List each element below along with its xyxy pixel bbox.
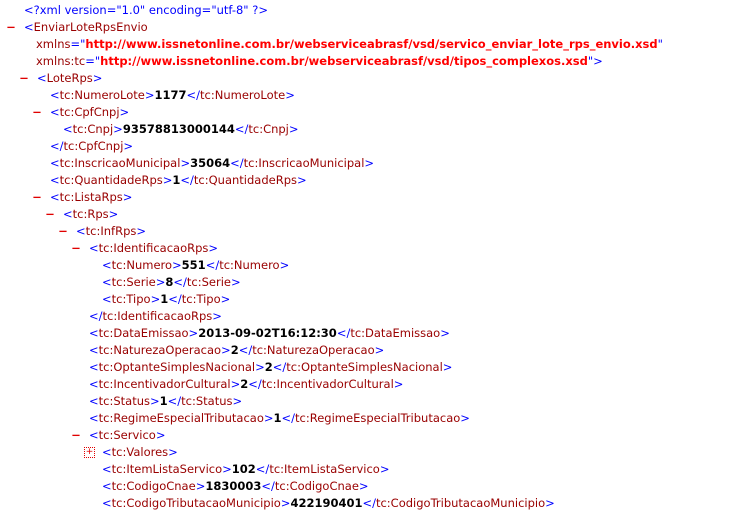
element-value: 1830003 xyxy=(205,479,262,493)
element-name: tc:NaturezaOperacao xyxy=(98,343,222,357)
element-value: 2013-09-02T16:12:30 xyxy=(198,326,337,340)
element-name: tc:IdentificacaoRps xyxy=(102,309,213,323)
element-value: 1 xyxy=(273,411,282,425)
element-value: 35064 xyxy=(190,156,231,170)
attribute-name: xmlns:tc xyxy=(36,54,86,68)
element-name: tc:CodigoCnae xyxy=(111,479,196,493)
element-name: tc:IdentificacaoRps xyxy=(98,241,209,255)
collapse-toggle-icon[interactable]: − xyxy=(71,240,81,257)
element-name: tc:RegimeEspecialTributacao xyxy=(98,411,264,425)
collapse-toggle-icon[interactable]: − xyxy=(6,19,16,36)
element-value: 1177 xyxy=(154,88,187,102)
collapse-toggle-icon[interactable]: − xyxy=(32,104,42,121)
xml-declaration: <?xml version="1.0" encoding="utf-8" ?> xyxy=(24,3,268,17)
element-closing-name: tc:RegimeEspecialTributacao xyxy=(295,411,461,425)
xml-tree-view: <?xml version="1.0" encoding="utf-8" ?> … xyxy=(6,3,663,510)
element-closing-name: tc:QuantidadeRps xyxy=(193,173,297,187)
element-name: tc:DataEmissao xyxy=(98,326,189,340)
element-name: tc:InscricaoMunicipal xyxy=(59,156,181,170)
element-value: 2 xyxy=(264,360,273,374)
element-value: 1 xyxy=(159,394,168,408)
element-name: tc:ListaRps xyxy=(59,190,123,204)
attribute-name: xmlns xyxy=(36,37,71,51)
element-name: tc:InfRps xyxy=(85,224,137,238)
element-closing-name: tc:CodigoCnae xyxy=(274,479,359,493)
collapse-toggle-icon[interactable]: − xyxy=(71,427,81,444)
collapse-toggle-icon[interactable]: − xyxy=(58,223,68,240)
element-name: tc:NumeroLote xyxy=(59,88,145,102)
element-name: tc:OptanteSimplesNacional xyxy=(98,360,256,374)
element-value: 422190401 xyxy=(290,496,363,510)
element-name: tc:CpfCnpj xyxy=(59,105,120,119)
collapse-toggle-icon[interactable]: − xyxy=(45,206,55,223)
element-closing-name: tc:OptanteSimplesNacional xyxy=(286,360,443,374)
element-name: tc:Valores xyxy=(111,445,169,459)
element-closing-name: tc:NumeroLote xyxy=(200,88,286,102)
element-closing-name: tc:InscricaoMunicipal xyxy=(243,156,365,170)
element-closing-name: tc:IncentivadorCultural xyxy=(261,377,394,391)
element-closing-name: tc:DataEmissao xyxy=(350,326,441,340)
attribute-value: http://www.issnetonline.com.br/webservic… xyxy=(100,54,588,68)
element-name: LoteRps xyxy=(46,71,93,85)
attribute-value: http://www.issnetonline.com.br/webservic… xyxy=(85,37,658,51)
element-name: tc:QuantidadeRps xyxy=(59,173,163,187)
element-value: 2 xyxy=(230,343,239,357)
element-closing-name: tc:Tipo xyxy=(181,292,221,306)
collapse-toggle-icon[interactable]: − xyxy=(32,189,42,206)
element-name: tc:IncentivadorCultural xyxy=(98,377,231,391)
element-name: tc:Status xyxy=(98,394,150,408)
root-element-name: EnviarLoteRpsEnvio xyxy=(33,20,148,34)
element-value: 102 xyxy=(231,462,256,476)
element-closing-name: tc:CodigoTributacaoMunicipio xyxy=(375,496,546,510)
element-closing-name: tc:Status xyxy=(181,394,233,408)
element-value: 551 xyxy=(181,258,206,272)
expand-toggle-icon[interactable]: + xyxy=(84,447,95,458)
element-closing-name: tc:ItemListaServico xyxy=(269,462,380,476)
element-name: tc:CodigoTributacaoMunicipio xyxy=(111,496,281,510)
element-name: tc:Servico xyxy=(98,428,156,442)
element-name: tc:CpfCnpj xyxy=(63,139,124,153)
element-name: tc:Tipo xyxy=(111,292,151,306)
element-name: tc:Cnpj xyxy=(72,122,114,136)
element-closing-name: tc:NaturezaOperacao xyxy=(252,343,375,357)
element-closing-name: tc:Cnpj xyxy=(248,122,289,136)
element-closing-name: tc:Serie xyxy=(186,275,231,289)
element-name: tc:ItemListaServico xyxy=(111,462,223,476)
collapse-toggle-icon[interactable]: − xyxy=(19,70,29,87)
element-name: tc:Numero xyxy=(111,258,173,272)
element-name: tc:Rps xyxy=(72,207,109,221)
element-value: 93578813000144 xyxy=(122,122,235,136)
element-closing-name: tc:Numero xyxy=(219,258,280,272)
element-name: tc:Serie xyxy=(111,275,156,289)
